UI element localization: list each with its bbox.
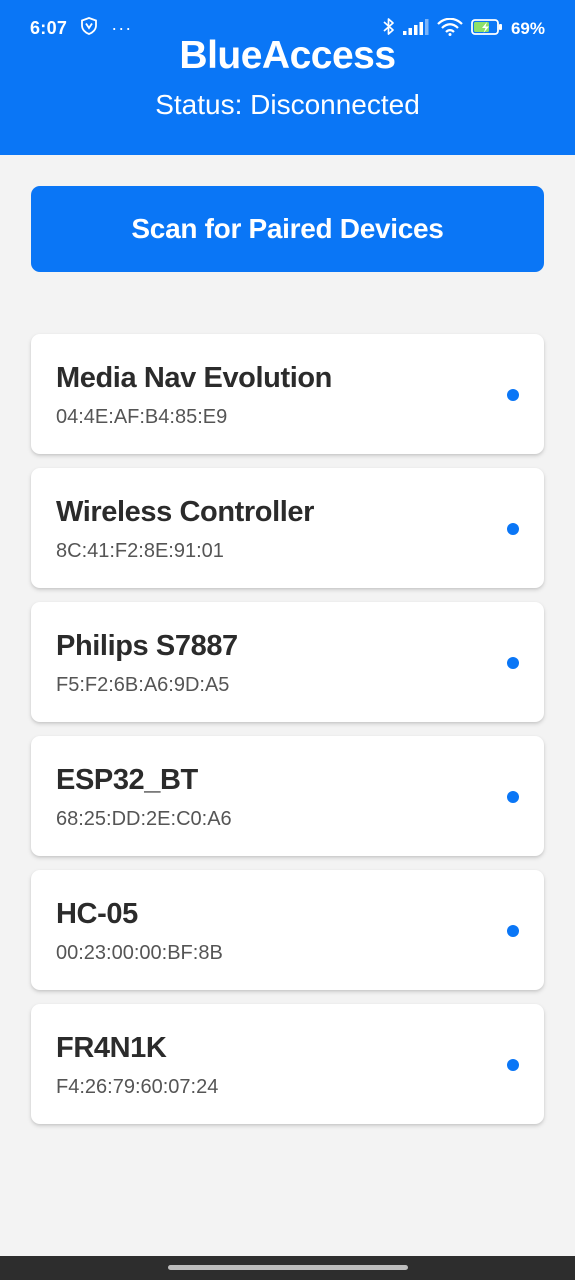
status-dot-icon bbox=[507, 925, 519, 937]
scan-paired-devices-button[interactable]: Scan for Paired Devices bbox=[31, 186, 544, 272]
device-mac-address: 00:23:00:00:BF:8B bbox=[56, 942, 223, 964]
device-name: ESP32_BT bbox=[56, 764, 198, 796]
device-name: FR4N1K bbox=[56, 1032, 167, 1064]
device-name: Wireless Controller bbox=[56, 496, 315, 528]
app-header: 6:07 ··· 69% BlueAccess Status: Disconne… bbox=[0, 0, 575, 155]
status-dot-icon bbox=[507, 389, 519, 401]
connection-status: Status: Disconnected bbox=[155, 89, 420, 120]
status-dot-icon bbox=[507, 657, 519, 669]
device-mac-address: 68:25:DD:2E:C0:A6 bbox=[56, 808, 232, 830]
device-mac-address: 8C:41:F2:8E:91:01 bbox=[56, 540, 224, 562]
device-item[interactable]: Media Nav Evolution 04:4E:AF:B4:85:E9 bbox=[31, 334, 544, 454]
device-list: Media Nav Evolution 04:4E:AF:B4:85:E9 Wi… bbox=[31, 334, 544, 1138]
gesture-handle[interactable] bbox=[168, 1265, 408, 1270]
device-item[interactable]: Wireless Controller 8C:41:F2:8E:91:01 bbox=[31, 468, 544, 588]
device-name: Media Nav Evolution bbox=[56, 362, 332, 394]
app-title: BlueAccess bbox=[179, 34, 396, 77]
status-dot-icon bbox=[507, 791, 519, 803]
device-name: HC-05 bbox=[56, 898, 138, 930]
device-item[interactable]: Philips S7887 F5:F2:6B:A6:9D:A5 bbox=[31, 602, 544, 722]
device-item[interactable]: FR4N1K F4:26:79:60:07:24 bbox=[31, 1004, 544, 1124]
status-dot-icon bbox=[507, 1059, 519, 1071]
device-mac-address: F5:F2:6B:A6:9D:A5 bbox=[56, 674, 230, 696]
device-item[interactable]: HC-05 00:23:00:00:BF:8B bbox=[31, 870, 544, 990]
system-navigation-bar bbox=[0, 1256, 575, 1280]
device-item[interactable]: ESP32_BT 68:25:DD:2E:C0:A6 bbox=[31, 736, 544, 856]
device-mac-address: F4:26:79:60:07:24 bbox=[56, 1076, 219, 1098]
device-mac-address: 04:4E:AF:B4:85:E9 bbox=[56, 406, 228, 428]
device-name: Philips S7887 bbox=[56, 630, 238, 662]
status-dot-icon bbox=[507, 523, 519, 535]
